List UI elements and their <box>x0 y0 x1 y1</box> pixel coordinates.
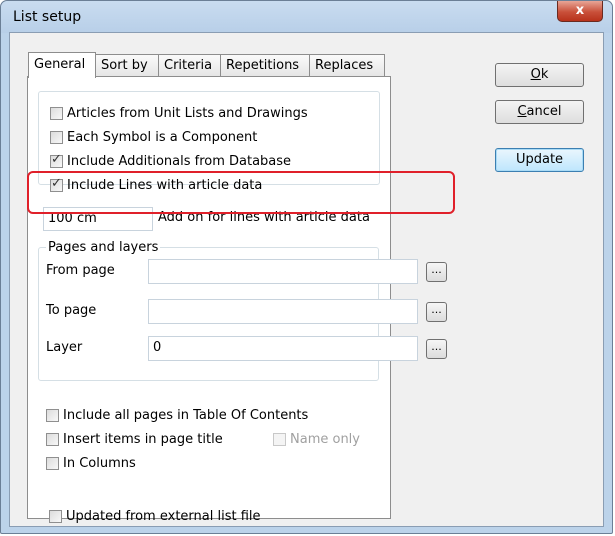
checkbox-disabled[interactable] <box>273 432 286 446</box>
checkbox[interactable] <box>46 432 59 446</box>
highlight-annotation <box>27 171 455 214</box>
dialog-body: General Sort by Criteria Repetitions Rep… <box>9 32 604 527</box>
cancel-button[interactable]: Cancel <box>495 100 584 124</box>
layer-browse-button[interactable]: ... <box>426 339 447 359</box>
to-page-label: To page <box>46 303 97 318</box>
checkbox[interactable] <box>46 408 59 422</box>
from-page-browse-button[interactable]: ... <box>426 262 447 282</box>
tab-criteria[interactable]: Criteria <box>158 54 221 76</box>
tab-repetitions[interactable]: Repetitions <box>220 54 310 76</box>
checkbox[interactable] <box>50 130 63 144</box>
option-each-symbol-component[interactable]: Each Symbol is a Component <box>50 128 257 146</box>
checkbox[interactable] <box>46 456 59 470</box>
update-button[interactable]: Update <box>495 148 584 172</box>
tab-label: Repetitions <box>226 58 300 73</box>
layer-label: Layer <box>46 340 83 355</box>
checkbox-label: Include Additionals from Database <box>67 153 292 169</box>
checkbox-checked[interactable] <box>50 152 63 168</box>
tab-general[interactable]: General <box>28 52 96 78</box>
from-page-label: From page <box>46 263 115 278</box>
pages-group-title: Pages and layers <box>46 240 161 255</box>
button-mnemonic: C <box>517 104 527 119</box>
option-articles-from-unit-lists[interactable]: Articles from Unit Lists and Drawings <box>50 104 308 122</box>
option-include-all-pages-toc[interactable]: Include all pages in Table Of Contents <box>46 406 308 424</box>
option-updated-from-external-list[interactable]: Updated from external list file <box>49 507 261 525</box>
ok-button[interactable]: Ok <box>495 63 584 87</box>
checkbox-label: Each Symbol is a Component <box>67 129 258 145</box>
title-bar[interactable]: List setup x <box>1 1 612 33</box>
tab-replaces[interactable]: Replaces <box>309 54 385 76</box>
tab-label: Sort by <box>101 58 148 73</box>
checkbox-label: Updated from external list file <box>66 508 261 524</box>
option-name-only[interactable]: Name only <box>273 430 360 448</box>
to-page-input[interactable] <box>148 299 418 324</box>
to-page-browse-button[interactable]: ... <box>426 302 447 322</box>
option-in-columns[interactable]: In Columns <box>46 454 136 472</box>
tab-sort-by[interactable]: Sort by <box>95 54 159 76</box>
button-mnemonic: O <box>530 67 541 82</box>
checkbox[interactable] <box>50 106 63 120</box>
checkbox[interactable] <box>49 509 62 523</box>
checkbox-label: Include all pages in Table Of Contents <box>63 407 309 423</box>
close-button[interactable]: x <box>557 1 603 22</box>
tab-label: General <box>34 57 86 72</box>
tab-label: Replaces <box>315 58 374 73</box>
from-page-input[interactable] <box>148 259 418 284</box>
option-include-additionals[interactable]: Include Additionals from Database <box>50 152 291 170</box>
checkbox-label: Name only <box>290 431 360 447</box>
tab-label: Criteria <box>164 58 213 73</box>
button-label: ancel <box>526 104 562 119</box>
close-icon: x <box>575 3 585 18</box>
layer-input[interactable]: 0 <box>148 336 418 361</box>
button-label: k <box>540 67 549 82</box>
checkbox-label: Articles from Unit Lists and Drawings <box>67 105 308 121</box>
dialog-title: List setup <box>13 9 82 25</box>
checkbox-label: In Columns <box>63 455 136 471</box>
list-setup-dialog: List setup x General Sort by Criteria Re… <box>0 0 613 534</box>
checkbox-label: Insert items in page title <box>63 431 223 447</box>
general-tab-panel: Articles from Unit Lists and Drawings Ea… <box>27 76 447 519</box>
option-insert-items-page-title[interactable]: Insert items in page title <box>46 430 223 448</box>
